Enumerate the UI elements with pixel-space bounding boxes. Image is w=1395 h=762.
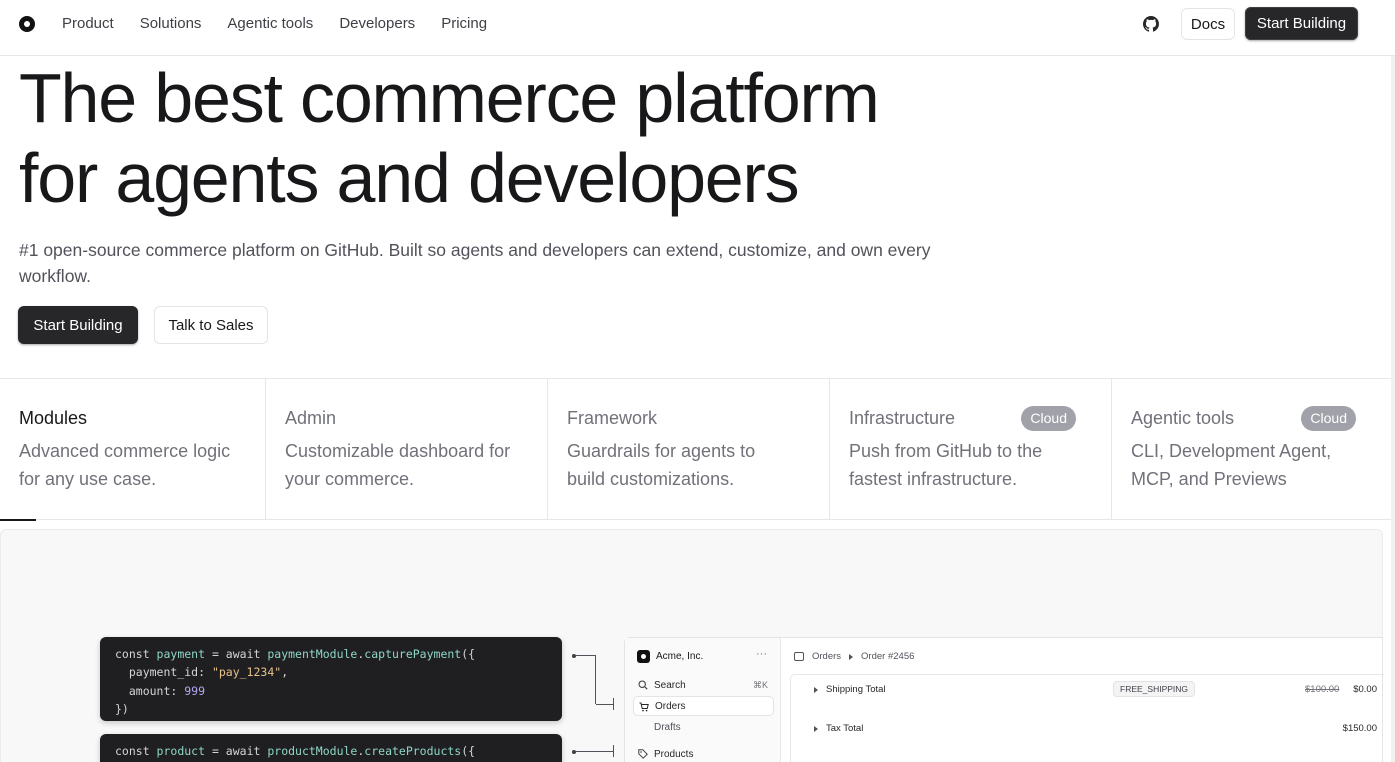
active-tab-indicator: [0, 519, 36, 521]
talk-to-sales-button[interactable]: Talk to Sales: [154, 306, 268, 344]
cart-icon: [639, 702, 649, 712]
feature-title: Modules: [19, 408, 88, 428]
connector-line: [596, 704, 614, 705]
connector-line: [575, 751, 614, 752]
nav-link-agentic-tools[interactable]: Agentic tools: [227, 15, 313, 33]
code-snippet-product: const product = await productModule.crea…: [100, 734, 562, 762]
code-token: "pay_1234": [211, 665, 282, 680]
row-label: Tax Total: [826, 723, 864, 734]
chevron-right-icon: [849, 653, 854, 660]
admin-sidebar: Acme, Inc. ··· Search ⌘K Orders Drafts P…: [625, 638, 781, 762]
breadcrumb-item-order[interactable]: Order #2456: [861, 651, 914, 662]
start-building-button[interactable]: Start Building: [18, 306, 138, 344]
github-icon[interactable]: [1143, 16, 1159, 32]
feature-title: Framework: [567, 408, 658, 428]
brand-logo-icon[interactable]: [19, 16, 35, 32]
code-token: 999: [184, 683, 206, 698]
summary-row-shipping[interactable]: Shipping Total FREE_SHIPPING $100.00 $0.…: [791, 675, 1385, 711]
code-token: ,: [281, 665, 289, 680]
docs-button[interactable]: Docs: [1181, 8, 1235, 40]
feature-description: CLI, Development Agent, MCP, and Preview…: [1131, 441, 1332, 489]
breadcrumb-item-orders[interactable]: Orders: [812, 651, 841, 662]
hero-subtitle: #1 open-source commerce platform on GitH…: [19, 240, 931, 286]
cloud-badge: Cloud: [1021, 406, 1076, 431]
sidebar-item-search[interactable]: Search ⌘K: [633, 675, 774, 695]
row-label: Shipping Total: [826, 684, 886, 695]
nav-link-solutions[interactable]: Solutions: [140, 15, 202, 33]
sidebar-item-orders[interactable]: Orders: [633, 696, 774, 716]
search-icon: [638, 680, 648, 690]
feature-tabs: Modules Advanced commerce logic for any …: [0, 378, 1391, 521]
nav-link-pricing[interactable]: Pricing: [441, 15, 487, 33]
sidebar-subitem-drafts[interactable]: Drafts: [654, 722, 681, 733]
code-token: capturePayment: [364, 647, 462, 661]
breadcrumb: Orders Order #2456: [794, 651, 914, 662]
admin-preview: Acme, Inc. ··· Search ⌘K Orders Drafts P…: [624, 637, 1384, 762]
code-token: }): [115, 701, 129, 716]
feature-description: Push from GitHub to the fastest infrastr…: [849, 441, 1043, 489]
feature-tab-admin[interactable]: Admin Customizable dashboard for your co…: [266, 379, 548, 520]
expand-caret-icon[interactable]: [814, 687, 818, 693]
summary-row-tax[interactable]: Tax Total $150.00: [791, 714, 1385, 750]
expand-caret-icon[interactable]: [814, 726, 818, 732]
row-value: $0.00: [1353, 684, 1377, 695]
tag-icon: [638, 749, 648, 759]
code-token: amount:: [115, 683, 185, 698]
feature-description: Customizable dashboard for your commerce…: [285, 441, 511, 489]
sidebar-item-label: Search: [654, 679, 686, 691]
store-name: Acme, Inc.: [656, 651, 704, 662]
original-price: $100.00: [1305, 684, 1340, 695]
sidebar-item-label: Products: [654, 748, 694, 760]
connector-line: [613, 698, 614, 710]
code-token: productModule: [267, 744, 358, 758]
code-token: =: [205, 647, 226, 661]
row-value: $150.00: [1342, 723, 1377, 734]
code-token: paymentModule: [267, 647, 358, 661]
code-token: product: [156, 744, 206, 758]
connector-line: [575, 655, 596, 704]
code-token: payment: [156, 647, 206, 661]
code-token: payment_id:: [115, 665, 212, 680]
code-token: ({: [461, 744, 476, 758]
cloud-badge: Cloud: [1301, 406, 1356, 431]
feature-tab-modules[interactable]: Modules Advanced commerce logic for any …: [0, 379, 266, 521]
admin-main: Orders Order #2456 Shipping Total FREE_S…: [782, 638, 1384, 762]
code-token: createProducts: [364, 744, 462, 758]
store-logo-icon: [637, 650, 650, 663]
code-snippet-payment: const payment = await paymentModule.capt…: [100, 637, 562, 721]
feature-title: Admin: [285, 408, 337, 428]
more-icon[interactable]: ···: [756, 648, 767, 660]
code-token: await: [225, 647, 268, 661]
feature-tab-agentic-tools[interactable]: Agentic tools Cloud CLI, Development Age…: [1112, 379, 1391, 520]
code-token: const: [115, 744, 157, 758]
feature-description: Guardrails for agents to build customiza…: [567, 441, 756, 489]
nav-link-product[interactable]: Product: [62, 15, 114, 33]
sidebar-toggle-icon[interactable]: [794, 652, 804, 661]
nav-links: Product Solutions Agentic tools Develope…: [62, 15, 487, 33]
start-building-nav-button[interactable]: Start Building: [1245, 7, 1358, 40]
nav-link-developers[interactable]: Developers: [339, 15, 415, 33]
feature-description: Advanced commerce logic for any use case…: [19, 441, 231, 489]
feature-tab-framework[interactable]: Framework Guardrails for agents to build…: [548, 379, 830, 520]
top-nav: Product Solutions Agentic tools Develope…: [0, 0, 1395, 56]
hero-title: The best commerce platform for agents an…: [19, 58, 1019, 218]
order-summary: Shipping Total FREE_SHIPPING $100.00 $0.…: [790, 674, 1384, 762]
hero-title-line-2: for agents and developers: [19, 139, 800, 217]
sidebar-item-products[interactable]: Products: [633, 744, 774, 762]
code-token: await: [225, 744, 268, 758]
code-token: ({: [461, 647, 476, 661]
page-scrollbar[interactable]: [1391, 56, 1395, 762]
hero-title-line-1: The best commerce platform: [19, 59, 880, 137]
sidebar-item-label: Orders: [655, 700, 686, 712]
connector-line: [613, 745, 614, 757]
code-token: const: [115, 647, 157, 661]
code-token: =: [205, 744, 226, 758]
feature-tab-infrastructure[interactable]: Infrastructure Cloud Push from GitHub to…: [830, 379, 1112, 520]
keyboard-shortcut: ⌘K: [752, 679, 768, 690]
discount-code-chip: FREE_SHIPPING: [1113, 681, 1196, 697]
